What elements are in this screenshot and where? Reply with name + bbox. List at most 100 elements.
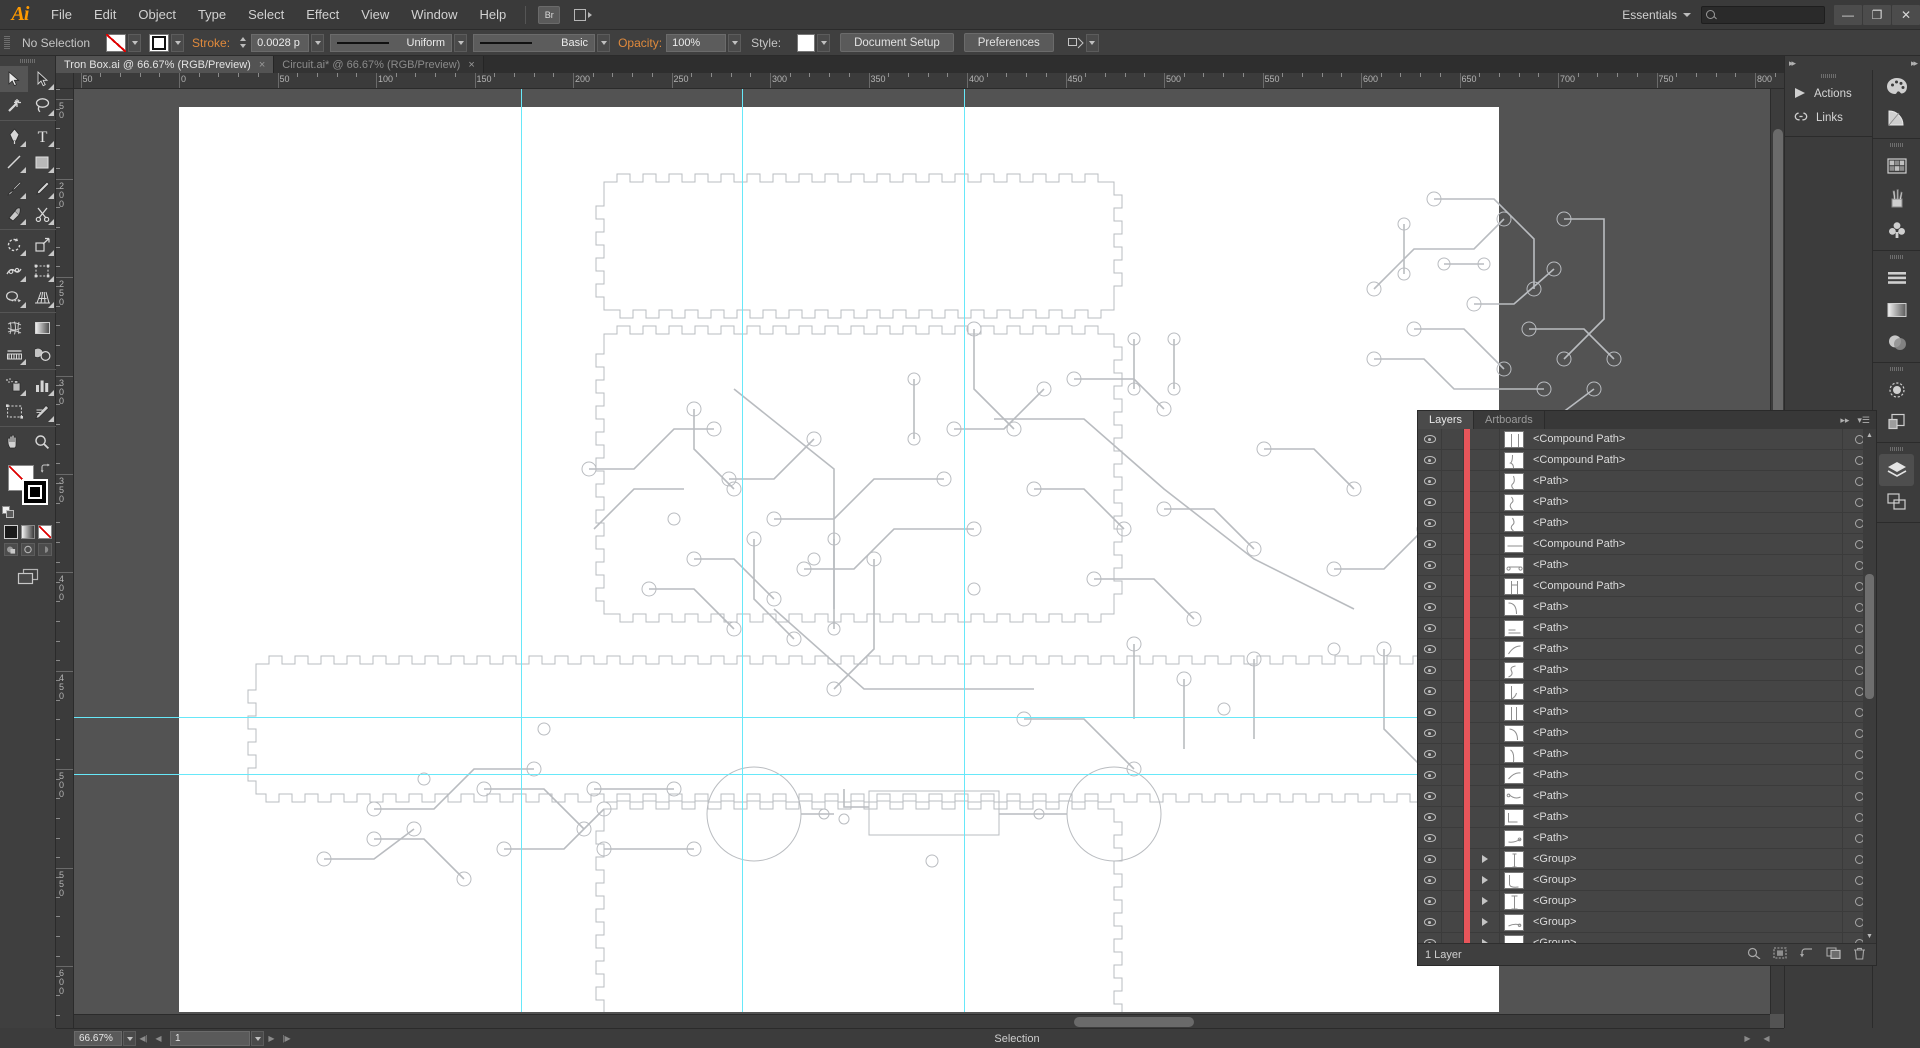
- visibility-toggle[interactable]: [1418, 932, 1442, 943]
- lock-toggle[interactable]: [1442, 491, 1464, 513]
- chevron-down-icon[interactable]: [1683, 12, 1691, 17]
- visibility-toggle[interactable]: [1418, 659, 1442, 681]
- perspective-grid-tool[interactable]: [28, 284, 56, 310]
- lock-toggle[interactable]: [1442, 638, 1464, 660]
- expand-toggle[interactable]: [1470, 890, 1500, 912]
- symbols-icon[interactable]: [1873, 214, 1920, 246]
- artboard-tool[interactable]: [0, 398, 28, 424]
- scrollbar-thumb[interactable]: [1773, 129, 1783, 429]
- symbol-sprayer-tool[interactable]: [0, 372, 28, 398]
- transparency-icon[interactable]: [1873, 326, 1920, 358]
- menu-view[interactable]: View: [350, 0, 400, 30]
- layer-row[interactable]: <Group>: [1418, 911, 1876, 933]
- delete-selection-icon[interactable]: [1853, 947, 1866, 963]
- scale-tool[interactable]: [28, 232, 56, 258]
- gradient-icon[interactable]: [1873, 294, 1920, 326]
- expand-toggle[interactable]: [1470, 932, 1500, 943]
- layer-row[interactable]: <Path>: [1418, 722, 1876, 744]
- lock-toggle[interactable]: [1442, 554, 1464, 576]
- stroke-weight-dropdown[interactable]: [311, 33, 325, 52]
- lock-toggle[interactable]: [1442, 659, 1464, 681]
- layer-row[interactable]: <Path>: [1418, 596, 1876, 618]
- lock-toggle[interactable]: [1442, 575, 1464, 597]
- rail-grip[interactable]: [1873, 443, 1920, 454]
- gradient-fill-button[interactable]: [21, 525, 35, 539]
- stroke-color-swatch[interactable]: [22, 479, 48, 505]
- lock-toggle[interactable]: [1442, 764, 1464, 786]
- blend-tool[interactable]: [28, 341, 56, 367]
- fill-swatch[interactable]: [106, 33, 127, 52]
- stroke-profile-dropdown[interactable]: [454, 33, 468, 52]
- layer-row[interactable]: <Path>: [1418, 491, 1876, 513]
- menu-type[interactable]: Type: [187, 0, 237, 30]
- style-dropdown[interactable]: [817, 33, 831, 52]
- close-icon[interactable]: ×: [259, 59, 265, 71]
- fill-dropdown[interactable]: [128, 33, 142, 52]
- lock-toggle[interactable]: [1442, 533, 1464, 555]
- lock-toggle[interactable]: [1442, 890, 1464, 912]
- status-menu-button[interactable]: ▶: [1740, 1031, 1755, 1046]
- appearance-icon[interactable]: [1873, 374, 1920, 406]
- layer-row[interactable]: <Path>: [1418, 470, 1876, 492]
- layer-row[interactable]: <Path>: [1418, 512, 1876, 534]
- align-dropdown[interactable]: [1085, 33, 1099, 52]
- bridge-button[interactable]: Br: [538, 5, 561, 24]
- vertical-ruler[interactable]: 50 200 250 300 350 400 450 500 550 600: [56, 89, 74, 1028]
- minimize-button[interactable]: —: [1834, 4, 1862, 25]
- layer-row[interactable]: <Path>: [1418, 743, 1876, 765]
- draw-behind-button[interactable]: [21, 543, 35, 556]
- width-tool[interactable]: [0, 258, 28, 284]
- rail-grip[interactable]: [1873, 363, 1920, 374]
- panel-group-grip[interactable]: [1785, 70, 1872, 82]
- line-segment-tool[interactable]: [0, 149, 28, 175]
- lock-toggle[interactable]: [1442, 429, 1464, 450]
- next-artboard-button[interactable]: ▶: [264, 1031, 279, 1046]
- swap-fill-stroke-icon[interactable]: [40, 463, 52, 475]
- document-tab-tron-box[interactable]: Tron Box.ai @ 66.67% (RGB/Preview) ×: [56, 56, 275, 73]
- lock-toggle[interactable]: [1442, 701, 1464, 723]
- artboard-number-input[interactable]: 1: [170, 1031, 250, 1046]
- lock-toggle[interactable]: [1442, 596, 1464, 618]
- make-clipping-mask-icon[interactable]: [1773, 947, 1787, 962]
- expand-toggle[interactable]: [1470, 869, 1500, 891]
- type-tool[interactable]: T: [28, 123, 56, 149]
- tools-panel-grip[interactable]: [0, 56, 55, 66]
- arrange-documents-icon[interactable]: [574, 6, 600, 24]
- collapse-icon[interactable]: ▸▸: [1840, 415, 1849, 426]
- color-fill-button[interactable]: [4, 525, 18, 539]
- visibility-toggle[interactable]: [1418, 491, 1442, 513]
- screen-mode-button[interactable]: [0, 568, 56, 585]
- layer-row[interactable]: <Path>: [1418, 617, 1876, 639]
- visibility-toggle[interactable]: [1418, 617, 1442, 639]
- previous-artboard-button[interactable]: ◀: [151, 1031, 166, 1046]
- layer-row[interactable]: <Path>: [1418, 680, 1876, 702]
- layer-row[interactable]: <Compound Path>: [1418, 575, 1876, 597]
- color-palette-icon[interactable]: [1873, 70, 1920, 102]
- tab-artboards[interactable]: Artboards: [1474, 411, 1545, 429]
- scroll-down-icon[interactable]: ▼: [1863, 930, 1876, 943]
- lock-toggle[interactable]: [1442, 785, 1464, 807]
- workspace-switcher[interactable]: Essentials: [1612, 8, 1683, 22]
- layer-row[interactable]: <Group>: [1418, 848, 1876, 870]
- stroke-profile-combo[interactable]: Uniform: [330, 33, 468, 52]
- zoom-level-input[interactable]: 66.67%: [74, 1031, 122, 1046]
- magic-wand-tool[interactable]: [0, 92, 28, 118]
- artboards-icon[interactable]: [1873, 486, 1920, 518]
- visibility-toggle[interactable]: [1418, 429, 1442, 450]
- visibility-toggle[interactable]: [1418, 764, 1442, 786]
- visibility-toggle[interactable]: [1418, 890, 1442, 912]
- preferences-button[interactable]: Preferences: [963, 33, 1054, 52]
- rail-grip[interactable]: [1873, 139, 1920, 150]
- search-field[interactable]: [1701, 5, 1825, 24]
- pen-tool[interactable]: [0, 123, 28, 149]
- menu-select[interactable]: Select: [237, 0, 295, 30]
- selection-tool[interactable]: [0, 66, 28, 92]
- visibility-toggle[interactable]: [1418, 680, 1442, 702]
- rail-grip[interactable]: [1873, 251, 1920, 262]
- panel-menu-icon[interactable]: ▾☰: [1857, 415, 1870, 426]
- visibility-toggle[interactable]: [1418, 722, 1442, 744]
- draw-inside-button[interactable]: [38, 543, 52, 556]
- status-expand-button[interactable]: ◀: [1759, 1031, 1774, 1046]
- first-artboard-button[interactable]: ◀|: [136, 1031, 151, 1046]
- brush-definition-combo[interactable]: Basic: [473, 33, 611, 52]
